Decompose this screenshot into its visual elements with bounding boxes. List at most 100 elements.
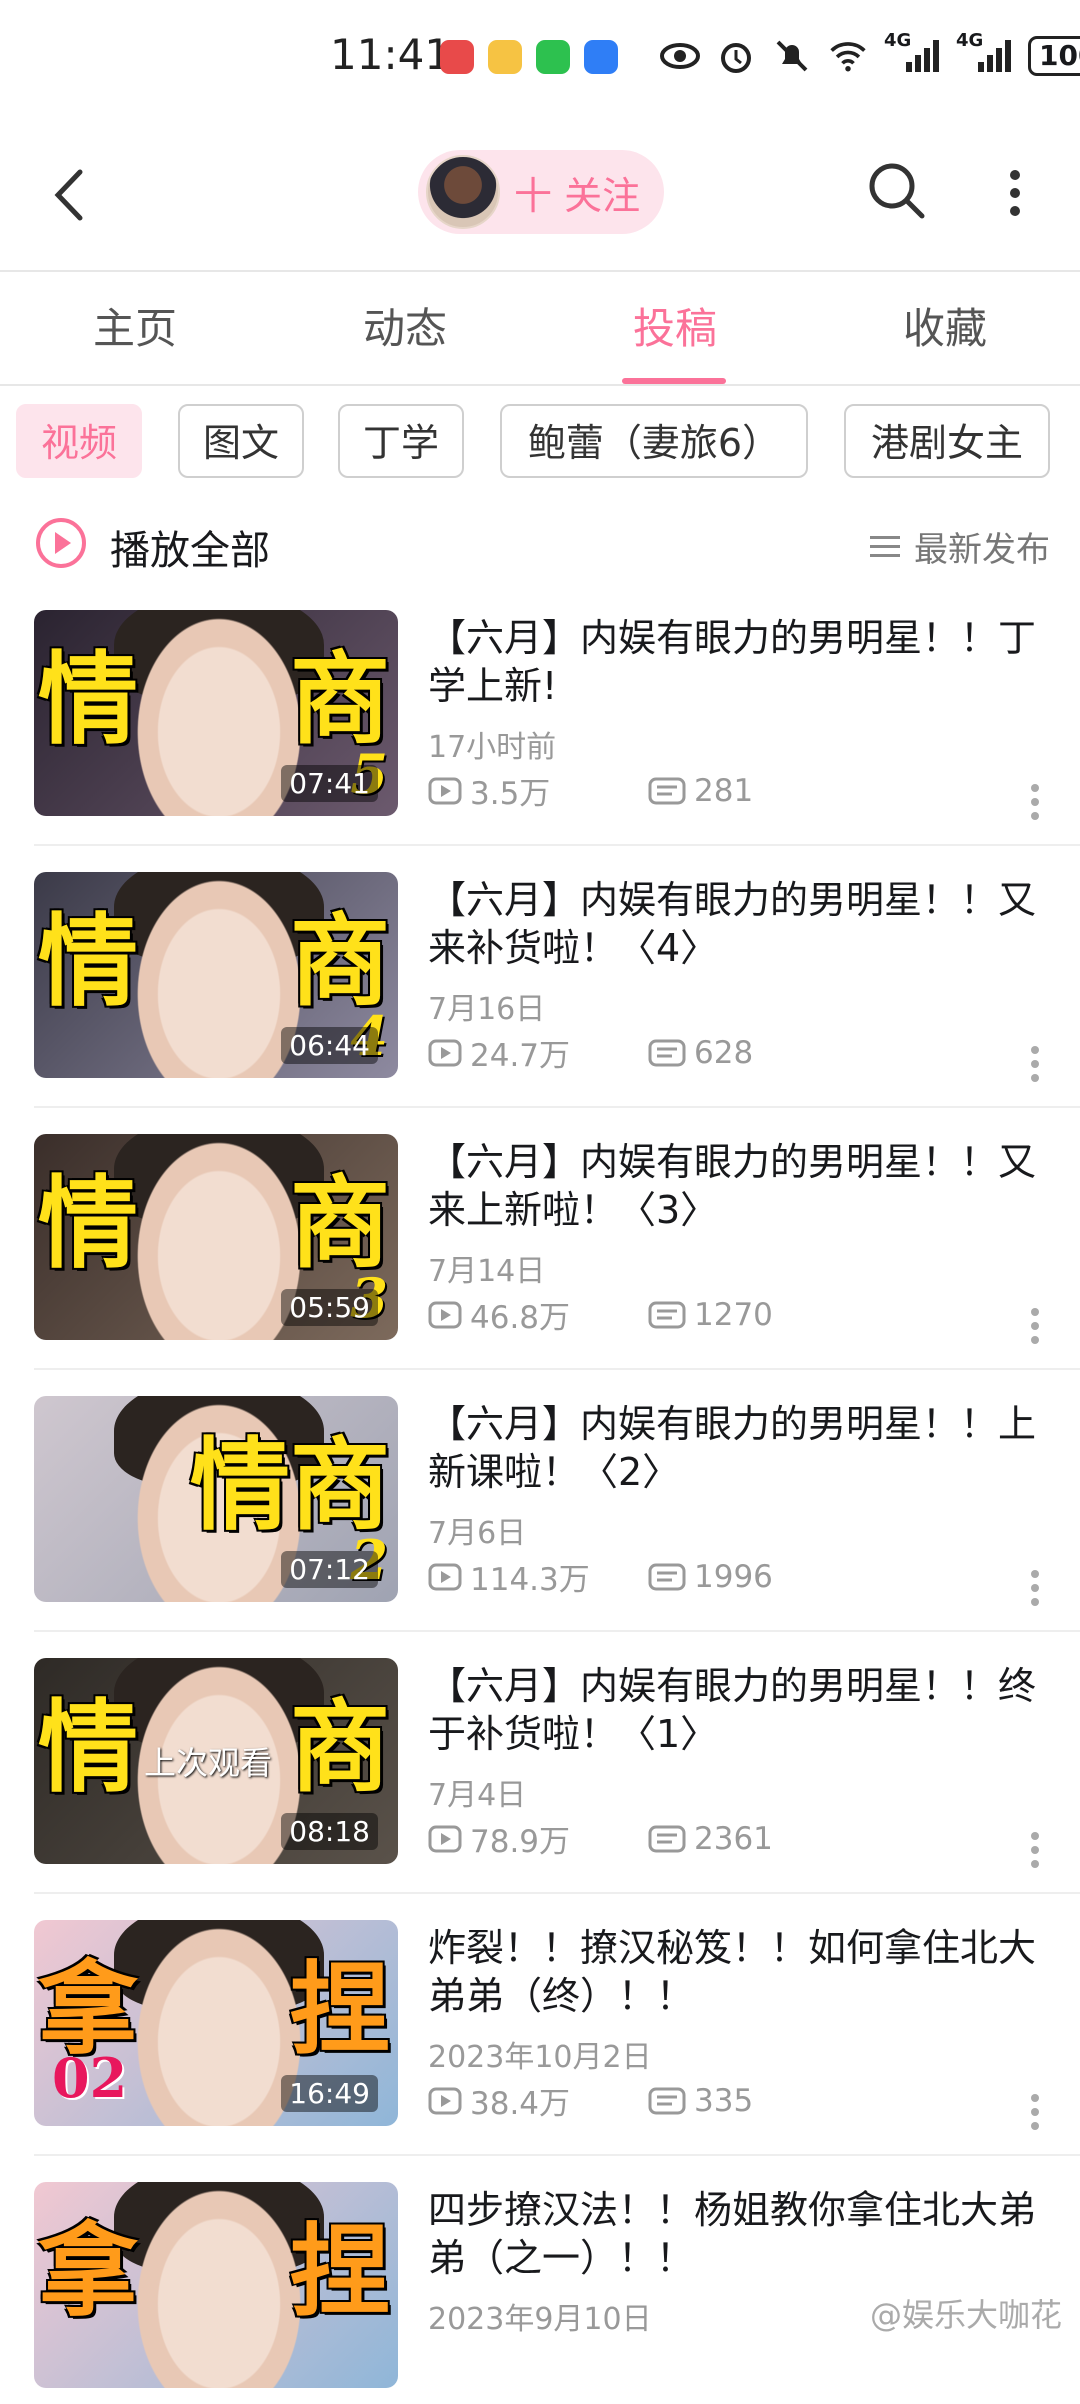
tab-uploads[interactable]: 投稿 <box>540 274 810 384</box>
view-count: 38.4万 <box>428 2078 648 2123</box>
video-more-button[interactable] <box>1030 1044 1040 1084</box>
video-item[interactable]: 情 商 上次观看 08:18 【六月】内娱有眼力的男明星！！终于补货啦！〈1〉 … <box>34 1658 1054 1880</box>
video-date: 7月6日 <box>428 1516 527 1551</box>
notification-icons <box>440 40 618 74</box>
status-bar: 11:41 4G 4G 100 <box>0 0 1080 120</box>
video-item[interactable]: 情 商 5 07:41 【六月】内娱有眼力的男明星！！丁学上新! 17小时前 3… <box>34 610 1054 832</box>
tab-favorites[interactable]: 收藏 <box>810 274 1080 384</box>
play-all-bar: 最新发布 播放全部 最新发布 <box>30 510 1050 580</box>
video-item[interactable]: 情 商 4 06:44 【六月】内娱有眼力的男明星！！又来补货啦！〈4〉 7月1… <box>34 872 1054 1094</box>
chip-videos[interactable]: 视频 <box>16 404 142 478</box>
follow-button[interactable]: 十 关注 <box>418 150 664 234</box>
signal-icon-1: 4G <box>884 30 940 76</box>
messenger-app-icon <box>584 40 618 74</box>
huawei-app-icon <box>440 40 474 74</box>
view-count-value: 114.3万 <box>470 1562 590 1598</box>
video-title[interactable]: 炸裂！！撩汉秘笈！！如何拿住北大弟弟（终）！！ <box>428 1924 1048 2020</box>
video-thumbnail[interactable]: 情 商 4 06:44 <box>34 872 398 1078</box>
video-item[interactable]: 情 商 3 05:59 【六月】内娱有眼力的男明星！！又来上新啦！〈3〉 7月1… <box>34 1134 1054 1356</box>
more-vertical-icon <box>1031 2094 1039 2130</box>
video-duration: 08:18 <box>281 1813 378 1850</box>
view-count: 3.5万 <box>428 768 648 813</box>
chevron-left-icon <box>54 169 83 221</box>
profile-tabs: 主页 动态 投稿 收藏 <box>0 274 1080 384</box>
tab-dynamics[interactable]: 动态 <box>270 274 540 384</box>
video-more-button[interactable] <box>1030 1568 1040 1608</box>
thumbnail-caption-left: 情 <box>38 640 138 758</box>
danmaku-count: 1996 <box>648 1559 868 1595</box>
avatar[interactable] <box>426 155 500 229</box>
video-more-button[interactable] <box>1030 1306 1040 1346</box>
watermark: @娱乐大咖花 <box>870 2296 1063 2334</box>
video-more-button[interactable] <box>1030 782 1040 822</box>
chip-ding-xue[interactable]: 丁学 <box>338 404 464 478</box>
thumbnail-caption-right: 捏 <box>290 2212 390 2330</box>
video-thumbnail[interactable]: 情 商 上次观看 08:18 <box>34 1658 398 1864</box>
search-button[interactable] <box>862 156 932 226</box>
video-more-button[interactable] <box>1030 1830 1040 1870</box>
thumbnail-number: 02 <box>52 2046 128 2110</box>
danmaku-icon <box>648 1825 686 1852</box>
video-duration: 16:49 <box>281 2075 378 2112</box>
video-thumbnail[interactable]: 情 商 3 05:59 <box>34 1134 398 1340</box>
video-item[interactable]: 情商 2 07:12 【六月】内娱有眼力的男明星！！上新课啦！〈2〉 7月6日 … <box>34 1396 1054 1618</box>
danmaku-count: 1270 <box>648 1297 868 1333</box>
video-thumbnail[interactable]: 拿 捏 02 16:49 <box>34 1920 398 2126</box>
play-all-text[interactable]: 播放全部 <box>110 518 270 576</box>
sort-button[interactable]: 最新发布 <box>870 522 1050 571</box>
chip-articles[interactable]: 图文 <box>178 404 304 478</box>
status-time: 11:41 <box>330 30 452 79</box>
chip-tvb-heroine[interactable]: 港剧女主 <box>844 404 1050 478</box>
view-count: 114.3万 <box>428 1554 648 1599</box>
danmaku-count: 335 <box>648 2083 868 2119</box>
video-stats: 3.5万 281 <box>428 768 868 813</box>
profile-header: 十 关注 <box>0 130 1080 270</box>
video-title[interactable]: 四步撩汉法！！杨姐教你拿住北大弟弟（之一）！！ <box>428 2186 1048 2282</box>
video-thumbnail[interactable]: 拿 捏 <box>34 2182 398 2388</box>
video-more-button[interactable] <box>1030 2092 1040 2132</box>
chip-bao-lei[interactable]: 鲍蕾（妻旅6） <box>500 404 808 478</box>
danmaku-icon <box>648 2087 686 2114</box>
row-divider <box>34 1630 1080 1632</box>
row-divider <box>34 2154 1080 2156</box>
video-stats: 114.3万 1996 <box>428 1554 868 1599</box>
back-button[interactable] <box>40 160 100 230</box>
thumbnail-caption-left: 情 <box>38 902 138 1020</box>
video-thumbnail[interactable]: 情商 2 07:12 <box>34 1396 398 1602</box>
video-date: 2023年10月2日 <box>428 2040 652 2075</box>
video-thumbnail[interactable]: 情 商 5 07:41 <box>34 610 398 816</box>
more-options-button[interactable] <box>1000 158 1030 228</box>
danmaku-count-value: 2361 <box>694 1820 773 1857</box>
eye-icon <box>660 36 700 76</box>
play-count-icon <box>428 777 462 804</box>
play-all-button[interactable] <box>34 516 88 570</box>
row-divider <box>34 1892 1080 1894</box>
video-title[interactable]: 【六月】内娱有眼力的男明星！！终于补货啦！〈1〉 <box>428 1662 1048 1758</box>
danmaku-count-value: 335 <box>694 2082 754 2119</box>
view-count-value: 3.5万 <box>470 776 551 812</box>
tab-home[interactable]: 主页 <box>0 274 270 384</box>
filter-chips: 视频 图文 丁学 鲍蕾（妻旅6） 港剧女主 <box>0 404 1080 484</box>
video-title[interactable]: 【六月】内娱有眼力的男明星！！又来补货啦！〈4〉 <box>428 876 1048 972</box>
danmaku-icon <box>648 1563 686 1590</box>
danmaku-count: 281 <box>648 773 868 809</box>
view-count: 24.7万 <box>428 1030 648 1075</box>
danmaku-count-value: 281 <box>694 772 754 809</box>
weibo-app-icon <box>488 40 522 74</box>
danmaku-icon <box>648 1301 686 1328</box>
video-duration: 07:12 <box>281 1551 378 1588</box>
video-date: 7月4日 <box>428 1778 527 1813</box>
video-title[interactable]: 【六月】内娱有眼力的男明星！！上新课啦！〈2〉 <box>428 1400 1048 1496</box>
view-count-value: 46.8万 <box>470 1300 571 1336</box>
video-title[interactable]: 【六月】内娱有眼力的男明星！！丁学上新! <box>428 614 1048 710</box>
video-date: 2023年9月10日 <box>428 2302 652 2337</box>
thumbnail-face <box>124 2182 314 2388</box>
alarm-icon <box>716 36 756 76</box>
video-item[interactable]: 拿 捏 02 16:49 炸裂！！撩汉秘笈！！如何拿住北大弟弟（终）！！ 202… <box>34 1920 1054 2142</box>
danmaku-count: 2361 <box>648 1821 868 1857</box>
view-count: 46.8万 <box>428 1292 648 1337</box>
thumbnail-caption-left: 情 <box>38 1164 138 1282</box>
video-date: 17小时前 <box>428 730 557 765</box>
video-title[interactable]: 【六月】内娱有眼力的男明星！！又来上新啦！〈3〉 <box>428 1138 1048 1234</box>
danmaku-icon <box>648 1039 686 1066</box>
